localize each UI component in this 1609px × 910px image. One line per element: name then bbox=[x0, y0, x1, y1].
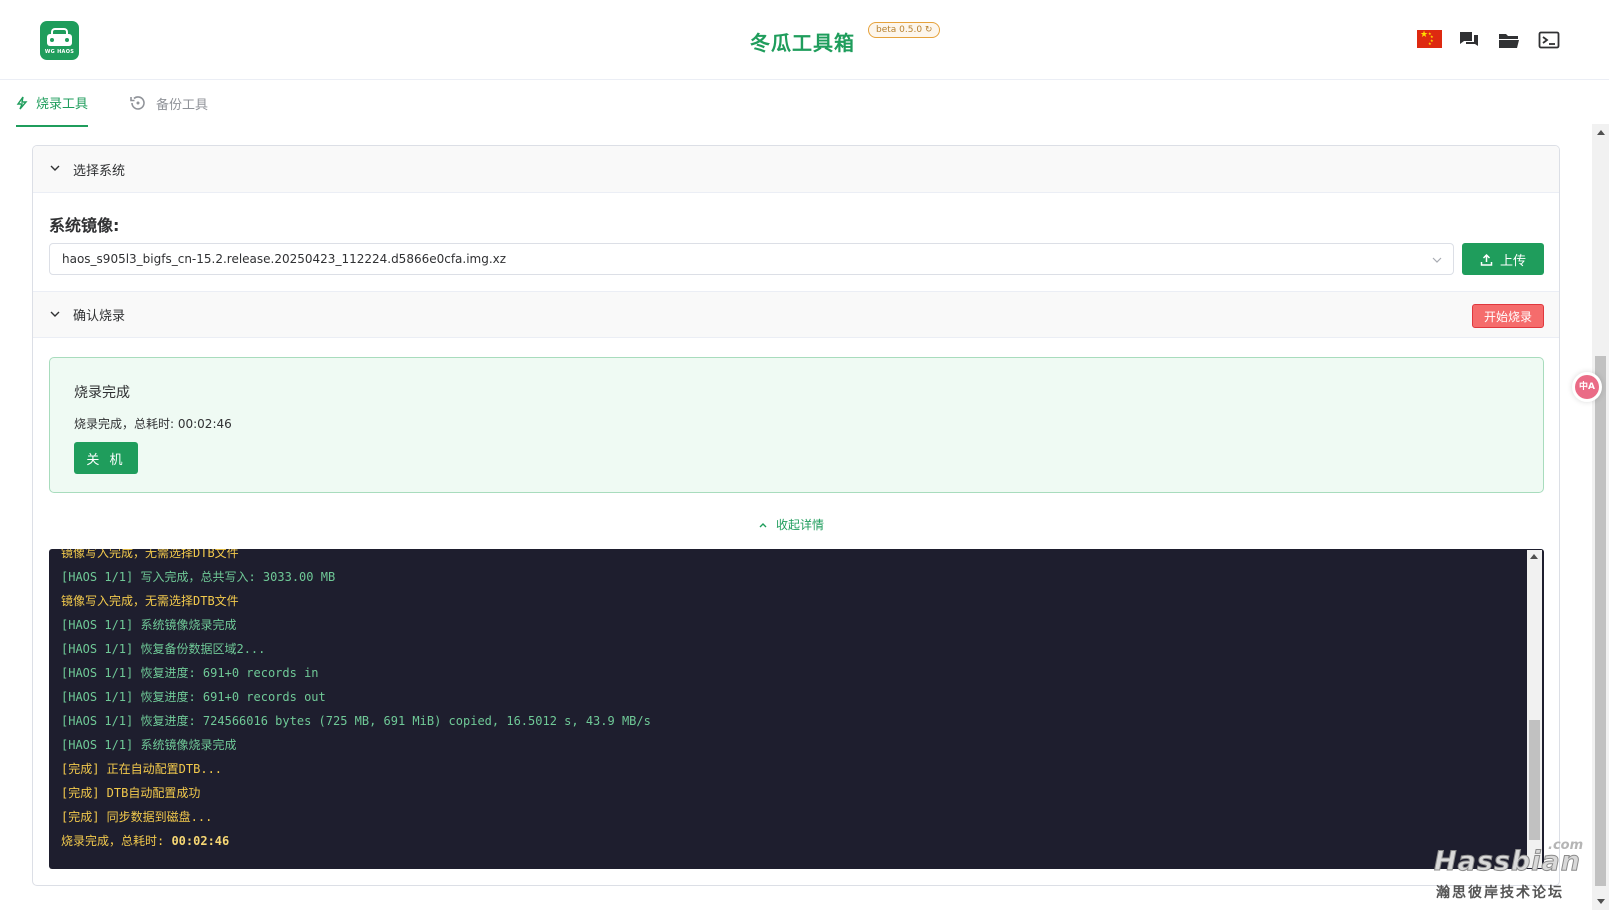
tab-bar: 烧录工具 备份工具 bbox=[0, 80, 1609, 128]
log-line: [完成] 正在自动配置DTB... bbox=[61, 762, 223, 776]
forum-watermark: .com Hassbian 瀚思彼岸技术论坛 bbox=[1430, 838, 1590, 901]
scroll-up-arrow-icon[interactable] bbox=[1530, 554, 1538, 559]
log-line: [HAOS 1/1] 恢复进度: 724566016 bytes (725 MB… bbox=[61, 714, 651, 728]
section-confirm-burn-header[interactable]: 确认烧录 bbox=[33, 291, 1559, 338]
log-line: 镜像写入完成，无需选择DTB文件 bbox=[61, 594, 239, 608]
folder-icon[interactable] bbox=[1498, 29, 1520, 51]
chevron-down-icon bbox=[50, 165, 60, 171]
page-scrollbar[interactable] bbox=[1592, 124, 1609, 910]
version-badge[interactable]: beta 0.5.0 ↻ bbox=[868, 22, 941, 38]
burn-result-alert: 烧录完成 烧录完成，总耗时: 00:02:46 关 机 bbox=[49, 357, 1544, 493]
lightning-icon bbox=[16, 96, 28, 109]
watermark-name: Hassbian bbox=[1434, 846, 1581, 878]
system-image-label: 系统镜像: bbox=[49, 216, 120, 235]
upload-label: 上传 bbox=[1499, 252, 1526, 268]
log-line: [完成] 同步数据到磁盘... bbox=[61, 810, 213, 824]
system-image-select[interactable]: haos_s905l3_bigfs_cn-15.2.release.202504… bbox=[49, 243, 1454, 275]
page-scroll-thumb[interactable] bbox=[1595, 356, 1606, 886]
china-flag-icon[interactable]: ★ ★ ★ ★ ★ bbox=[1417, 30, 1442, 48]
burn-panel: 选择系统 系统镜像: haos_s905l3_bigfs_cn-15.2.rel… bbox=[32, 145, 1560, 886]
terminal-scroll-thumb[interactable] bbox=[1529, 720, 1540, 840]
chevron-down-icon bbox=[50, 311, 60, 317]
app-title: 冬瓜工具箱 bbox=[750, 31, 855, 55]
chevron-up-icon bbox=[759, 522, 767, 527]
shutdown-button[interactable]: 关 机 bbox=[74, 442, 138, 474]
log-line: [HAOS 1/1] 恢复进度: 691+0 records out bbox=[61, 690, 326, 704]
app-header: WG HAOS 冬瓜工具箱 beta 0.5.0 ↻ ★ ★ ★ ★ ★ bbox=[0, 0, 1609, 80]
logo-text: WG HAOS bbox=[44, 49, 75, 55]
history-icon bbox=[130, 96, 145, 110]
final-time: 00:02:46 bbox=[171, 834, 230, 848]
tab-label: 烧录工具 bbox=[36, 97, 89, 112]
collapse-label: 收起详情 bbox=[776, 518, 825, 532]
log-line: [HAOS 1/1] 恢复备份数据区域2... bbox=[61, 642, 266, 656]
tab-backup-tool[interactable]: 备份工具 bbox=[128, 80, 208, 126]
result-title: 烧录完成 bbox=[74, 385, 130, 401]
tab-burn-tool[interactable]: 烧录工具 bbox=[16, 80, 89, 127]
scroll-up-arrow-icon[interactable] bbox=[1597, 130, 1605, 135]
tab-label: 备份工具 bbox=[156, 97, 209, 113]
version-text: beta 0.5.0 bbox=[876, 25, 923, 35]
log-line: 镜像写入完成，无需选择DTB文件 bbox=[61, 549, 239, 560]
log-line-final: 烧录完成，总耗时: 00:02:46 bbox=[61, 829, 651, 853]
log-line: [HAOS 1/1] 系统镜像烧录完成 bbox=[61, 738, 237, 752]
translate-icon: 中A bbox=[1575, 375, 1599, 399]
section-title: 选择系统 bbox=[73, 163, 126, 179]
translate-button[interactable]: 中A bbox=[1572, 372, 1602, 402]
final-label: 烧录完成，总耗时: bbox=[61, 834, 172, 848]
watermark-subtitle: 瀚思彼岸技术论坛 bbox=[1436, 885, 1564, 901]
terminal-scrollbar[interactable] bbox=[1527, 550, 1542, 868]
scroll-down-arrow-icon[interactable] bbox=[1597, 899, 1605, 904]
section-select-system-header[interactable]: 选择系统 bbox=[33, 146, 1559, 193]
log-line: [HAOS 1/1] 写入完成，总共写入: 3033.00 MB bbox=[61, 570, 336, 584]
section-title: 确认烧录 bbox=[73, 309, 126, 324]
app-logo[interactable]: WG HAOS bbox=[40, 21, 79, 60]
log-line: [HAOS 1/1] 系统镜像烧录完成 bbox=[61, 618, 237, 632]
log-line: [完成] DTB自动配置成功 bbox=[61, 786, 201, 800]
log-lines: 镜像写入完成，无需选择DTB文件 [HAOS 1/1] 写入完成，总共写入: 3… bbox=[61, 549, 651, 853]
result-description: 烧录完成，总耗时: 00:02:46 bbox=[74, 417, 232, 431]
chat-icon[interactable] bbox=[1458, 29, 1480, 51]
log-terminal[interactable]: 镜像写入完成，无需选择DTB文件 [HAOS 1/1] 写入完成，总共写入: 3… bbox=[49, 549, 1544, 869]
chevron-down-icon bbox=[1432, 257, 1442, 263]
log-line: [HAOS 1/1] 恢复进度: 691+0 records in bbox=[61, 666, 319, 680]
collapse-details-link[interactable]: 收起详情 bbox=[758, 516, 824, 533]
upload-icon bbox=[1480, 253, 1493, 266]
start-burn-button[interactable]: 开始烧录 bbox=[1472, 304, 1544, 328]
upload-button[interactable]: 上传 bbox=[1462, 243, 1544, 275]
selected-image-value: haos_s905l3_bigfs_cn-15.2.release.202504… bbox=[62, 252, 507, 266]
terminal-icon[interactable] bbox=[1538, 29, 1560, 51]
